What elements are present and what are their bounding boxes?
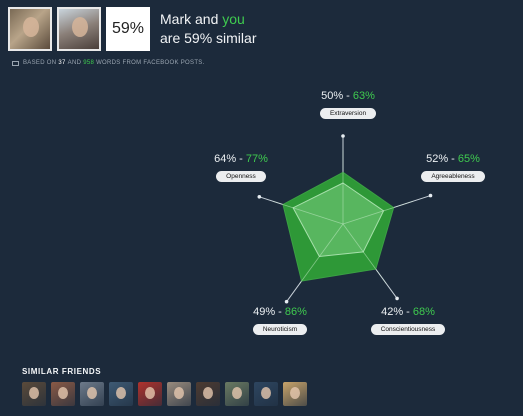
- friend-face: [145, 387, 155, 399]
- trait-conscientiousness: 42% - 68% Conscientiousness: [358, 306, 458, 336]
- similar-friend-avatar[interactable]: [283, 382, 307, 406]
- agreeableness-scores: 52% - 65%: [405, 153, 501, 165]
- friend-face: [116, 387, 126, 399]
- extraversion-sep: -: [343, 90, 353, 102]
- friend-face: [58, 387, 68, 399]
- neuroticism-you-score: 86%: [284, 306, 307, 318]
- similar-friend-avatar[interactable]: [80, 382, 104, 406]
- personality-radar-chart: [257, 134, 433, 304]
- conscientiousness-axis-endpoint: [395, 296, 399, 301]
- similar-friends-heading: SIMILAR FRIENDS: [22, 367, 102, 376]
- openness-sep: -: [236, 153, 246, 165]
- neuroticism-scores: 49% - 86%: [232, 306, 328, 318]
- openness-scores: 64% - 77%: [193, 153, 289, 165]
- openness-axis-endpoint: [257, 195, 262, 199]
- similar-friend-avatar[interactable]: [109, 382, 133, 406]
- conscientiousness-label: Conscientiousness: [370, 324, 446, 335]
- extraversion-you-score: 63%: [352, 90, 375, 102]
- similar-friend-avatar[interactable]: [51, 382, 75, 406]
- neuroticism-axis-endpoint: [284, 299, 289, 304]
- similar-friend-avatar[interactable]: [167, 382, 191, 406]
- friend-face: [87, 387, 97, 399]
- extraversion-scores: 50% - 63%: [300, 90, 396, 102]
- similar-friend-avatar[interactable]: [254, 382, 278, 406]
- friend-face: [261, 387, 271, 399]
- friend-face: [203, 387, 213, 399]
- agreeableness-label: Agreeableness: [421, 171, 485, 182]
- similar-friend-avatar[interactable]: [196, 382, 220, 406]
- extraversion-axis-endpoint: [341, 134, 345, 138]
- neuroticism-mark-score: 49%: [253, 306, 276, 318]
- similar-friend-avatar[interactable]: [225, 382, 249, 406]
- agreeableness-mark-score: 52%: [426, 153, 449, 165]
- trait-neuroticism: 49% - 86% Neuroticism: [232, 306, 328, 336]
- openness-you-score: 77%: [245, 153, 268, 165]
- similar-friend-avatar[interactable]: [22, 382, 46, 406]
- agreeableness-sep: -: [448, 153, 458, 165]
- agreeableness-you-score: 65%: [457, 153, 480, 165]
- conscientiousness-you-score: 68%: [412, 306, 435, 318]
- neuroticism-sep: -: [275, 306, 285, 318]
- similar-friend-avatar[interactable]: [138, 382, 162, 406]
- similar-friends-list: [22, 382, 312, 406]
- trait-extraversion: 50% - 63% Extraversion: [300, 90, 396, 120]
- conscientiousness-sep: -: [403, 306, 413, 318]
- trait-agreeableness: 52% - 65% Agreeableness: [405, 153, 501, 183]
- friend-face: [174, 387, 184, 399]
- conscientiousness-mark-score: 42%: [381, 306, 404, 318]
- conscientiousness-scores: 42% - 68%: [358, 306, 458, 318]
- trait-openness: 64% - 77% Openness: [193, 153, 289, 183]
- agreeableness-axis-endpoint: [428, 193, 433, 198]
- extraversion-label: Extraversion: [319, 108, 377, 119]
- friend-face: [232, 387, 242, 399]
- openness-label: Openness: [216, 171, 266, 182]
- openness-mark-score: 64%: [214, 153, 237, 165]
- neuroticism-label: Neuroticism: [252, 324, 308, 335]
- extraversion-mark-score: 50%: [321, 90, 344, 102]
- friend-face: [290, 387, 300, 399]
- friend-face: [29, 387, 39, 399]
